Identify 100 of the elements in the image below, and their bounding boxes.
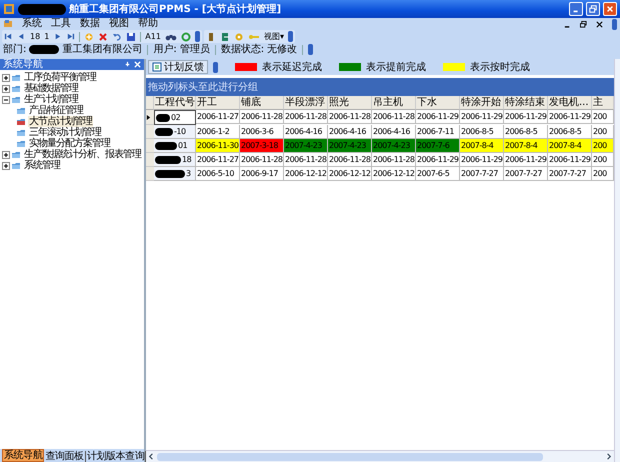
column-header[interactable]: 半段漂浮: [284, 96, 328, 110]
menu-item[interactable]: 帮助: [138, 18, 158, 30]
close-icon[interactable]: [596, 20, 603, 28]
table-cell: 2007-4-23: [328, 139, 372, 153]
column-header[interactable]: 吊主机: [372, 96, 416, 110]
redaction-mark: [155, 142, 177, 150]
table-cell: 2006-11-27: [196, 153, 240, 167]
tree-item[interactable]: 生产计划管理: [23, 94, 79, 105]
expander-icon[interactable]: [2, 150, 10, 158]
menu-item[interactable]: 系统: [22, 18, 42, 30]
tree-item[interactable]: 产品特征管理: [28, 105, 84, 116]
toolbar-overflow-icon[interactable]: [612, 18, 617, 30]
table-cell: 2006-11-28: [372, 153, 416, 167]
table-cell: 2006-11-29: [416, 110, 460, 124]
toolbar-overflow-icon[interactable]: [213, 62, 218, 72]
close-button[interactable]: [603, 2, 617, 16]
column-header[interactable]: 发电机...: [548, 96, 592, 110]
legend-label: 表示提前完成: [366, 60, 426, 74]
table-cell: 2006-12-12: [372, 167, 416, 181]
next-record-icon[interactable]: [53, 32, 62, 41]
info-text: 无修改: [267, 44, 298, 56]
column-header[interactable]: 工程代号: [154, 96, 196, 110]
pin-icon[interactable]: [124, 61, 131, 68]
tree-item[interactable]: 系统管理: [23, 160, 61, 171]
info-text: 重工集团有限公司: [62, 44, 142, 56]
panel-tab[interactable]: 查询面板: [44, 451, 86, 462]
table-cell: 2006-9-17: [240, 167, 284, 181]
table-cell: 2006-11-29: [504, 153, 548, 167]
project-code: -10: [174, 126, 186, 138]
column-header[interactable]: 下水: [416, 96, 460, 110]
redaction-mark: [156, 114, 170, 122]
form-icon: [152, 62, 162, 72]
first-record-icon[interactable]: [4, 32, 13, 41]
folder-icon: [16, 128, 26, 138]
app-icon: [3, 3, 15, 15]
folder-icon: [16, 138, 26, 148]
menu-item[interactable]: 工具: [51, 18, 71, 30]
horizontal-scrollbar[interactable]: [146, 450, 614, 462]
column-header[interactable]: 铺底: [240, 96, 284, 110]
table-cell: 2007-4-23: [372, 139, 416, 153]
document-icon: [3, 19, 13, 29]
undo-icon[interactable]: [112, 32, 122, 42]
expander-icon[interactable]: [2, 74, 10, 82]
table-cell: 2006-11-29: [460, 110, 504, 124]
panel-tab[interactable]: 系统导航: [2, 449, 44, 462]
table-cell: 2007-8-4: [548, 139, 592, 153]
folder-icon: [11, 160, 21, 170]
table-cell: 2007-6-5: [416, 167, 460, 181]
menu-item[interactable]: 数据: [80, 18, 100, 30]
folder-icon: [11, 94, 21, 104]
show-all-button[interactable]: A11: [145, 32, 161, 41]
tree-item[interactable]: 基础数据管理: [23, 83, 79, 94]
minimize-button[interactable]: [569, 2, 583, 16]
panel-title: 系统导航: [3, 59, 43, 70]
last-record-icon[interactable]: [66, 32, 76, 41]
scroll-thumb[interactable]: [157, 452, 543, 460]
project-code: 18: [182, 154, 192, 166]
info-text: 管理员: [180, 44, 210, 56]
expander-icon[interactable]: [2, 162, 10, 170]
table-cell: 2006-11-29: [460, 153, 504, 167]
recycle-icon[interactable]: [180, 32, 191, 42]
tree-item[interactable]: 实物量分配方案管理: [28, 138, 111, 149]
tree-item[interactable]: 三年滚动计划管理: [28, 127, 102, 138]
group-hint: 拖动列标头至此进行分组: [148, 80, 258, 94]
column-header[interactable]: 特涂结束: [504, 96, 548, 110]
tree-item[interactable]: 大节点计划管理: [28, 116, 93, 127]
plan-feedback-button[interactable]: 计划反馈: [148, 60, 208, 74]
toolbar-overflow-icon[interactable]: [288, 31, 293, 42]
column-header[interactable]: 主: [592, 96, 614, 110]
scroll-right-icon[interactable]: [605, 453, 612, 460]
save-icon[interactable]: [126, 32, 136, 42]
project-code: 02: [171, 112, 180, 124]
tree-item[interactable]: 工序负荷平衡管理: [23, 72, 97, 83]
column-header[interactable]: 特涂开始: [460, 96, 504, 110]
delete-icon[interactable]: [98, 32, 108, 42]
table-cell: 2006-11-28: [284, 153, 328, 167]
redaction-mark: [155, 170, 185, 178]
restore-button[interactable]: [586, 2, 600, 16]
previous-record-icon[interactable]: [17, 32, 26, 41]
expander-icon[interactable]: [2, 96, 10, 104]
project-code: 01: [178, 140, 188, 152]
scroll-left-icon[interactable]: [148, 453, 155, 460]
toolbar-overflow-icon[interactable]: [194, 31, 200, 42]
restore-icon[interactable]: [580, 20, 587, 28]
toolbar-overflow-icon[interactable]: [308, 44, 314, 55]
table-cell: 2006-12-12: [284, 167, 328, 181]
legend-label: 表示按时完成: [470, 60, 530, 74]
table-cell: 2006-11-28: [240, 110, 284, 124]
column-header[interactable]: 开工: [196, 96, 240, 110]
menu-item[interactable]: 视图: [109, 18, 129, 30]
column-header[interactable]: 照光: [328, 96, 372, 110]
table-cell: 2006-12-12: [328, 167, 372, 181]
folder-icon: [11, 84, 21, 94]
exit-icon[interactable]: [220, 32, 230, 42]
expander-icon[interactable]: [2, 84, 10, 92]
view-dropdown[interactable]: 视图▾: [264, 31, 284, 42]
row-indicator[interactable]: [146, 110, 154, 125]
redaction-mark: [155, 128, 173, 136]
table-cell: 2006-11-29: [504, 110, 548, 124]
tree-item[interactable]: 生产数据统计分析、报表管理: [23, 149, 142, 160]
